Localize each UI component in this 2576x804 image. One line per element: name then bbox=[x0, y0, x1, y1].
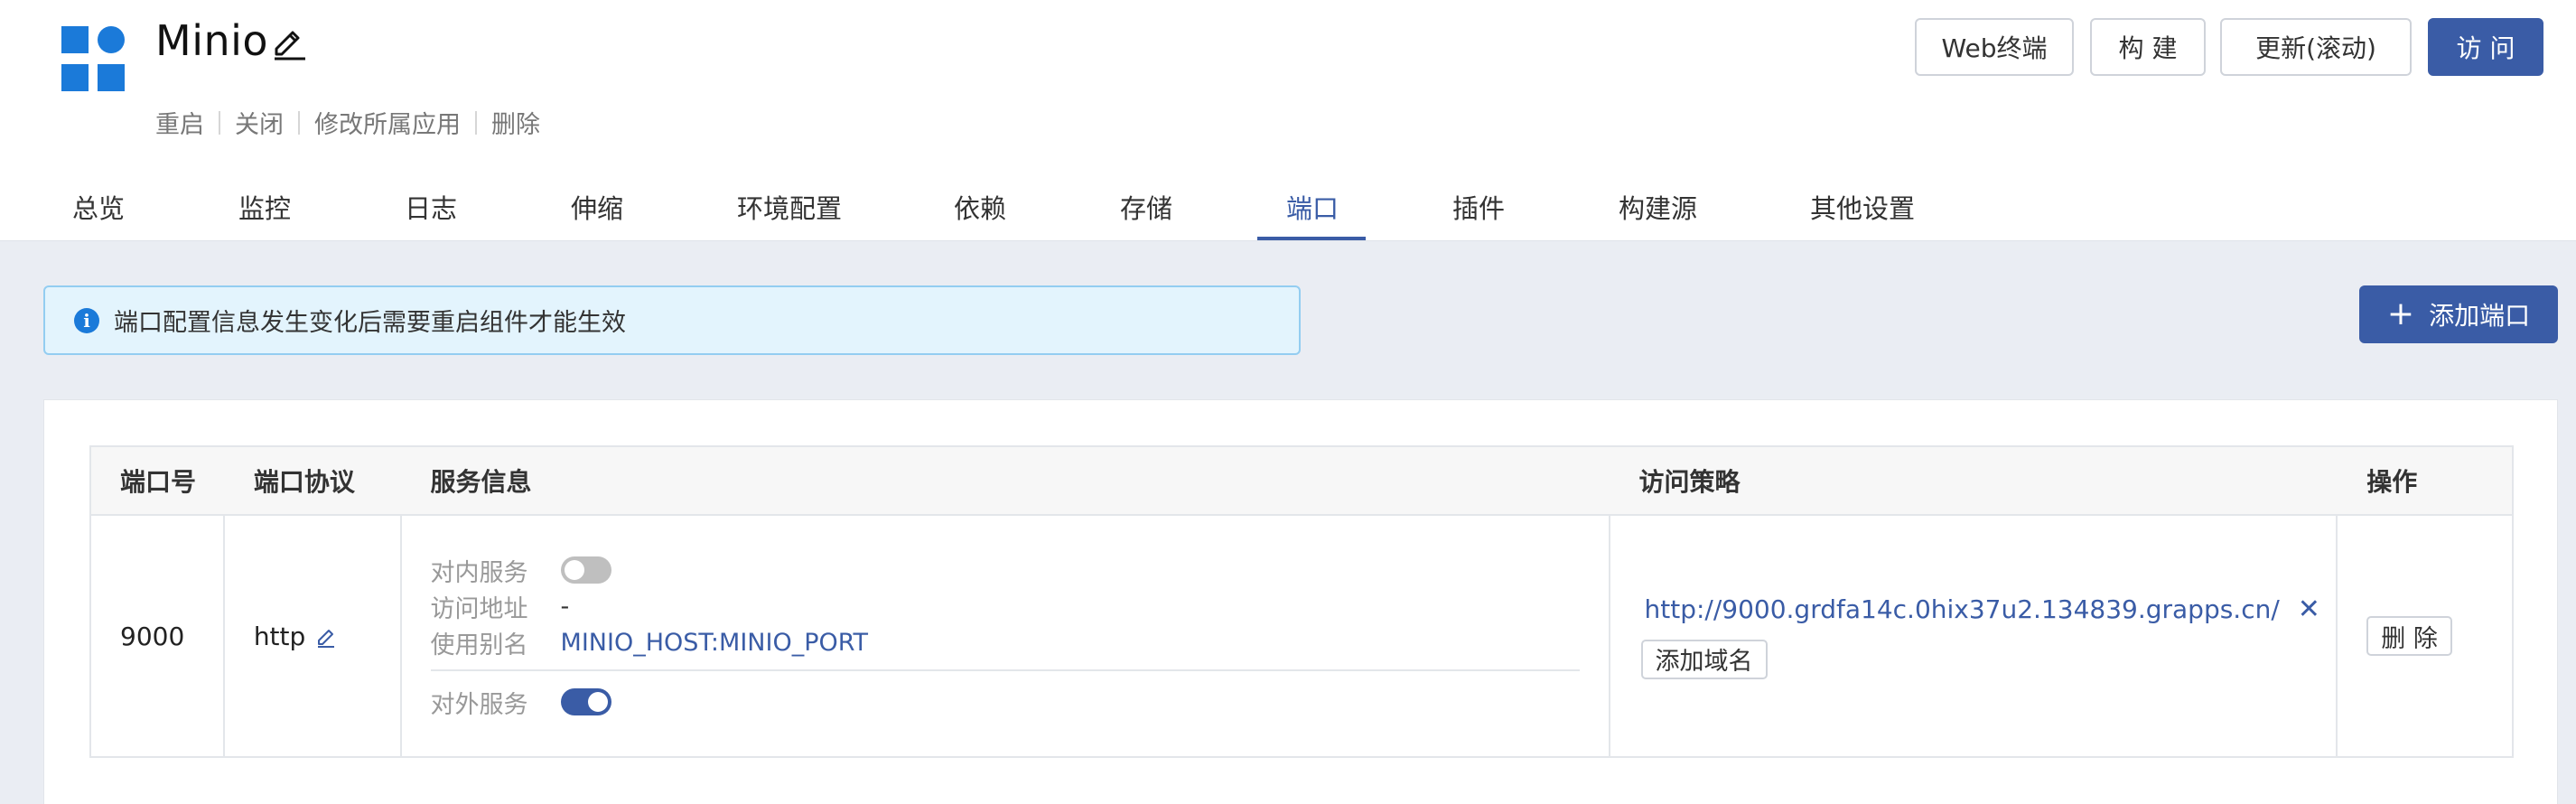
operations-cell: 删 除 bbox=[2338, 516, 2512, 756]
edit-protocol-icon[interactable] bbox=[314, 624, 338, 648]
tab-monitor[interactable]: 监控 bbox=[238, 188, 291, 241]
protocol-cell: http bbox=[225, 516, 402, 756]
table-header: 端口号 端口协议 服务信息 访问策略 操作 bbox=[91, 447, 2512, 516]
tab-storage[interactable]: 存储 bbox=[1120, 188, 1172, 241]
plus-icon: + bbox=[2386, 295, 2415, 332]
web-terminal-button[interactable]: Web终端 bbox=[1915, 18, 2074, 76]
tab-ports[interactable]: 端口 bbox=[1286, 188, 1339, 241]
change-app-link[interactable]: 修改所属应用 bbox=[314, 105, 461, 140]
service-info-cell: 对内服务 访问地址 - 使用别名 MINIO_HOST:MINIO_PORT 对… bbox=[402, 516, 1610, 756]
tab-bar: 总览 监控 日志 伸缩 环境配置 依赖 存储 端口 插件 构建源 其他设置 bbox=[0, 172, 2576, 241]
close-link[interactable]: 关闭 bbox=[235, 105, 284, 140]
header-port: 端口号 bbox=[120, 467, 197, 497]
add-port-label: 添加端口 bbox=[2429, 301, 2531, 331]
active-tab-indicator bbox=[1257, 237, 1366, 240]
visit-button[interactable]: 访 问 bbox=[2428, 18, 2543, 76]
service-divider bbox=[430, 669, 1580, 671]
info-alert: i 端口配置信息发生变化后需要重启组件才能生效 bbox=[43, 285, 1301, 355]
port-number: 9000 bbox=[91, 516, 225, 756]
tab-build-source[interactable]: 构建源 bbox=[1619, 188, 1697, 241]
header-protocol: 端口协议 bbox=[253, 467, 355, 497]
app-logo bbox=[61, 26, 126, 91]
internal-service-label: 对内服务 bbox=[430, 558, 528, 587]
tab-scaling[interactable]: 伸缩 bbox=[571, 188, 623, 241]
access-policy-cell: http://9000.grdfa14c.0hix37u2.134839.gra… bbox=[1610, 516, 2338, 756]
restart-link[interactable]: 重启 bbox=[155, 105, 204, 140]
alert-text: 端口配置信息发生变化后需要重启组件才能生效 bbox=[114, 309, 626, 337]
app-title: Minio bbox=[155, 16, 269, 65]
external-service-toggle[interactable] bbox=[560, 688, 611, 715]
build-button[interactable]: 构 建 bbox=[2090, 18, 2206, 76]
access-address-label: 访问地址 bbox=[430, 594, 528, 623]
ports-panel: 端口号 端口协议 服务信息 访问策略 操作 9000 http 对内服务 访问地… bbox=[43, 399, 2558, 804]
info-icon: i bbox=[74, 307, 99, 333]
edit-title-icon[interactable] bbox=[269, 22, 309, 61]
tab-plugins[interactable]: 插件 bbox=[1452, 188, 1505, 241]
table-row: 9000 http 对内服务 访问地址 - 使用别名 MINIO_HOST:MI… bbox=[91, 516, 2512, 756]
header-service-info: 服务信息 bbox=[430, 467, 532, 497]
tab-overview[interactable]: 总览 bbox=[72, 188, 125, 241]
domain-link[interactable]: http://9000.grdfa14c.0hix37u2.134839.gra… bbox=[1645, 594, 2280, 624]
internal-service-toggle[interactable] bbox=[560, 556, 611, 584]
delete-port-button[interactable]: 删 除 bbox=[2366, 616, 2452, 656]
tab-dependencies[interactable]: 依赖 bbox=[954, 188, 1006, 241]
tab-env-config[interactable]: 环境配置 bbox=[737, 188, 842, 241]
alias-value[interactable]: MINIO_HOST:MINIO_PORT bbox=[561, 629, 868, 657]
access-address-value: - bbox=[560, 592, 570, 621]
alias-label: 使用别名 bbox=[430, 631, 528, 659]
app-header: Minio 重启 关闭 修改所属应用 删除 Web终端 构 建 更新(滚动) 访… bbox=[0, 0, 2576, 241]
update-button[interactable]: 更新(滚动) bbox=[2220, 18, 2412, 76]
header-access-policy: 访问策略 bbox=[1638, 467, 1741, 497]
tab-logs[interactable]: 日志 bbox=[405, 188, 457, 241]
header-operations: 操作 bbox=[2366, 467, 2418, 497]
component-actions: 重启 关闭 修改所属应用 删除 bbox=[155, 105, 540, 140]
protocol-value: http bbox=[253, 621, 306, 651]
external-service-label: 对外服务 bbox=[430, 690, 528, 719]
add-port-button[interactable]: + 添加端口 bbox=[2359, 285, 2558, 343]
tab-other-settings[interactable]: 其他设置 bbox=[1810, 188, 1915, 241]
ports-table: 端口号 端口协议 服务信息 访问策略 操作 9000 http 对内服务 访问地… bbox=[89, 445, 2514, 758]
delete-component-link[interactable]: 删除 bbox=[491, 105, 540, 140]
close-icon[interactable]: ✕ bbox=[2298, 594, 2320, 625]
add-domain-button[interactable]: 添加域名 bbox=[1640, 639, 1768, 679]
